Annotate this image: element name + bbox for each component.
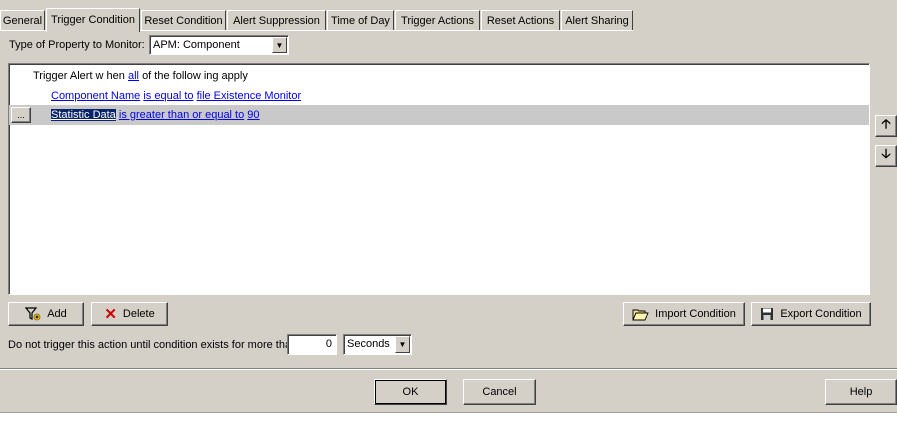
arrow-up-icon: 🡡	[881, 116, 891, 131]
export-condition-button[interactable]: Export Condition	[751, 302, 871, 326]
condition-field-link[interactable]: Statistic Data	[51, 109, 116, 121]
property-select-value: APM: Component	[153, 39, 240, 51]
folder-open-icon	[632, 309, 649, 320]
chevron-down-icon[interactable]: ▼	[395, 336, 410, 353]
condition-value-link[interactable]: 90	[247, 109, 259, 121]
condition-tree[interactable]: Trigger Alert w hen all of the follow in…	[8, 63, 870, 295]
condition-header-suffix: of the follow ing apply	[142, 70, 248, 82]
condition-row-content: Statistic Data is greater than or equal …	[51, 109, 260, 121]
help-button[interactable]: Help	[825, 379, 897, 405]
condition-header-prefix: Trigger Alert w hen	[33, 70, 125, 82]
separator-highlight	[0, 369, 897, 370]
tab-time-of-day[interactable]: Time of Day	[327, 10, 394, 30]
cancel-button-label: Cancel	[482, 386, 517, 398]
tab-label: Trigger Actions	[401, 15, 474, 27]
tab-alert-sharing[interactable]: Alert Sharing	[561, 10, 633, 30]
tab-label: Time of Day	[331, 15, 390, 27]
delete-button-label: Delete	[122, 308, 155, 320]
delete-x-icon: ✕	[104, 306, 117, 323]
property-label: Type of Property to Monitor:	[9, 39, 145, 51]
chevron-down-icon[interactable]: ▼	[272, 37, 287, 53]
delay-label: Do not trigger this action until conditi…	[8, 339, 298, 351]
help-button-label: Help	[849, 386, 873, 398]
tab-alert-suppression[interactable]: Alert Suppression	[227, 10, 326, 30]
export-condition-label: Export Condition	[780, 308, 862, 320]
ok-button[interactable]: OK	[374, 379, 447, 405]
import-condition-button[interactable]: Import Condition	[623, 302, 745, 326]
background-window-strip	[0, 412, 897, 425]
tab-reset-condition[interactable]: Reset Condition	[141, 10, 226, 30]
import-condition-label: Import Condition	[655, 308, 736, 320]
tab-bar: General Trigger Condition Reset Conditio…	[0, 8, 897, 32]
delay-unit-value: Seconds	[347, 338, 390, 350]
condition-operator-link[interactable]: is greater than or equal to	[119, 109, 244, 121]
condition-row-selected[interactable]: ... Statistic Data is greater than or eq…	[9, 105, 869, 125]
row-menu-label: ...	[17, 110, 25, 120]
tab-label: Trigger Condition	[51, 14, 135, 26]
tab-trigger-actions[interactable]: Trigger Actions	[395, 10, 480, 30]
delay-value-input[interactable]: 0	[287, 334, 337, 355]
condition-header: Trigger Alert w hen all of the follow in…	[33, 70, 248, 82]
tab-label: Alert Sharing	[565, 15, 629, 27]
property-select[interactable]: APM: Component ▼	[149, 35, 289, 55]
delay-value: 0	[325, 338, 332, 350]
condition-field-link[interactable]: Component Name	[51, 90, 140, 102]
add-condition-icon	[25, 307, 41, 321]
row-menu-button[interactable]: ...	[11, 107, 31, 123]
tab-label: General	[2, 15, 43, 27]
tab-label: Reset Condition	[144, 15, 223, 27]
move-up-button[interactable]: 🡡	[875, 115, 897, 137]
condition-row[interactable]: Component Name is equal to file Existenc…	[51, 90, 301, 102]
tab-label: Reset Actions	[486, 15, 555, 27]
condition-operator-link[interactable]: is equal to	[143, 90, 193, 102]
condition-value-link[interactable]: file Existence Monitor	[197, 90, 302, 102]
add-button[interactable]: Add	[8, 302, 84, 326]
arrow-down-icon: 🡣	[881, 146, 891, 161]
tab-reset-actions[interactable]: Reset Actions	[481, 10, 560, 30]
ok-button-label: OK	[402, 386, 419, 398]
cancel-button[interactable]: Cancel	[463, 379, 536, 405]
condition-logic-link[interactable]: all	[128, 70, 139, 82]
tab-trigger-condition[interactable]: Trigger Condition	[46, 8, 140, 32]
delete-button[interactable]: ✕ Delete	[91, 302, 168, 326]
add-button-label: Add	[47, 308, 67, 320]
move-down-button[interactable]: 🡣	[875, 145, 897, 167]
tab-general[interactable]: General	[0, 10, 45, 30]
floppy-disk-icon	[761, 308, 774, 320]
delay-unit-select[interactable]: Seconds ▼	[343, 334, 412, 355]
tab-label: Alert Suppression	[233, 15, 320, 27]
